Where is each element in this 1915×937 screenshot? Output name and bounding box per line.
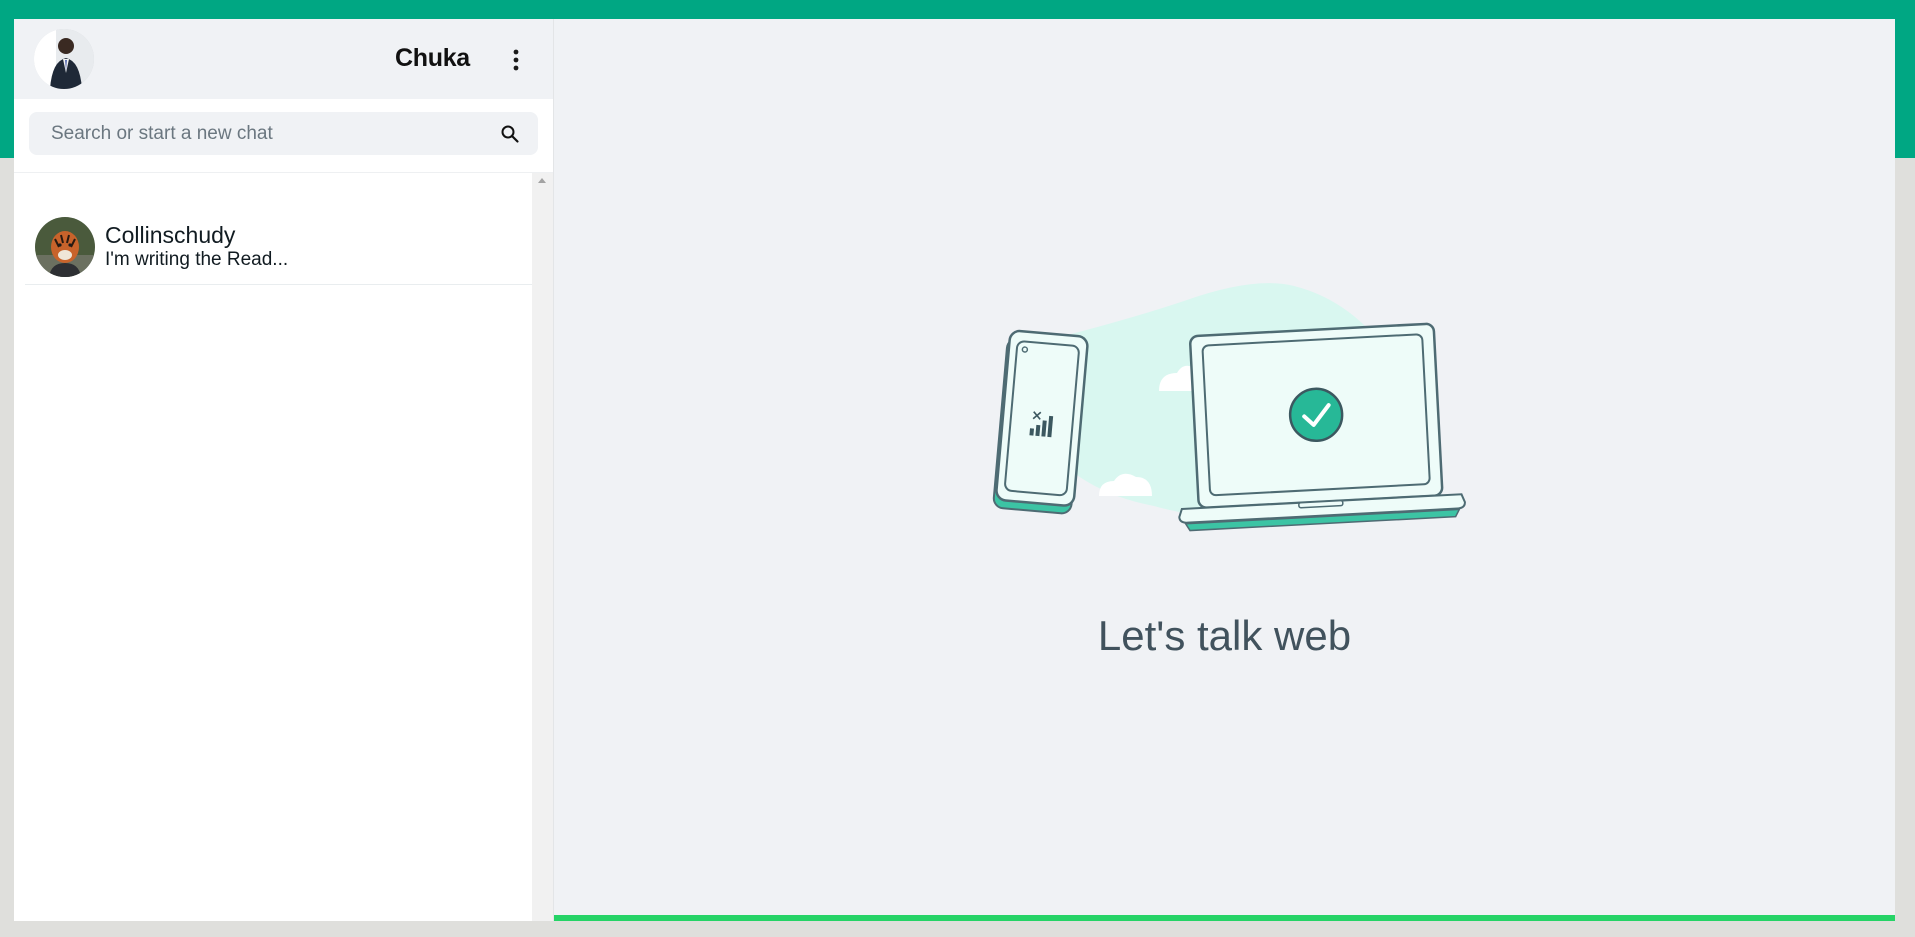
phone-laptop-illustration: × [992, 283, 1466, 532]
chat-list-item[interactable]: Collinschudy I'm writing the Read... [25, 210, 535, 285]
main-panel: × Let's talk web [553, 19, 1895, 921]
chat-contact-name: Collinschudy [105, 222, 236, 248]
menu-button[interactable] [502, 43, 530, 77]
main-bottom-accent-bar [554, 915, 1895, 921]
search-input[interactable] [49, 121, 500, 146]
person-avatar-icon [34, 29, 94, 89]
user-avatar[interactable] [34, 29, 94, 89]
svg-text:×: × [1030, 407, 1043, 424]
chat-list: Collinschudy I'm writing the Read... [14, 173, 553, 921]
search-icon[interactable] [500, 124, 520, 144]
chat-last-message: I'm writing the Read... [105, 249, 289, 270]
app-window: Chuka Search or start a new chat Collins… [14, 19, 1895, 921]
sidebar: Chuka Search or start a new chat Collins… [14, 19, 553, 921]
chat-list-scrollbar[interactable] [532, 173, 553, 921]
sidebar-header: Chuka [14, 19, 553, 99]
main-title: Let's talk web [1097, 612, 1352, 659]
scroll-up-arrow-icon[interactable] [538, 178, 546, 183]
tiger-avatar-icon [35, 217, 95, 277]
search-section [14, 99, 553, 173]
contact-avatar [35, 217, 95, 277]
user-name: Chuka [395, 44, 470, 72]
search-box [29, 112, 538, 155]
kebab-menu-icon [513, 49, 519, 71]
